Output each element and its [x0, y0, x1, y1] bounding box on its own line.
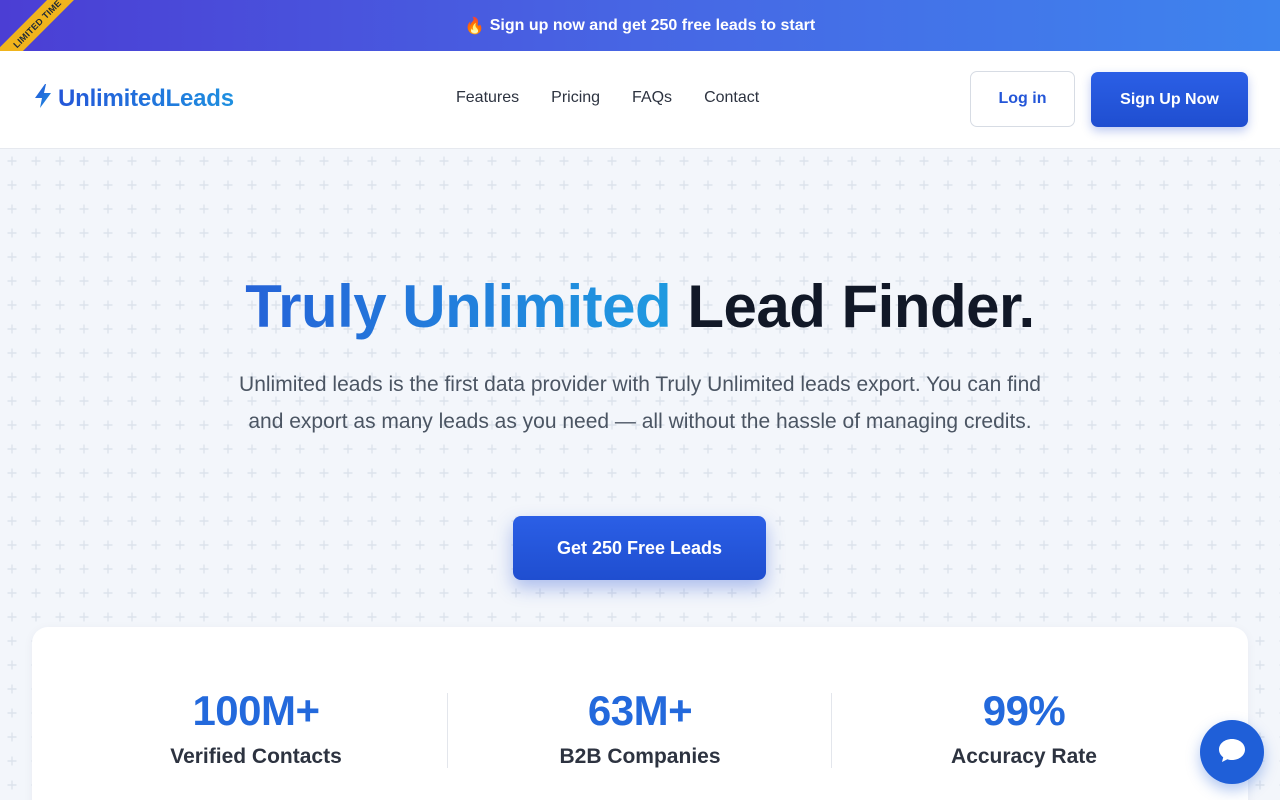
limited-time-ribbon: LIMITED TIME — [0, 0, 90, 51]
login-button[interactable]: Log in — [970, 71, 1075, 127]
headline-highlight: Truly Unlimited — [245, 273, 672, 340]
fire-icon: 🔥 — [464, 17, 485, 35]
promo-bar[interactable]: LIMITED TIME 🔥 Sign up now and get 250 f… — [0, 0, 1280, 51]
stat-label: Accuracy Rate — [951, 745, 1097, 768]
stat-verified-contacts: 100M+ Verified Contacts — [64, 687, 448, 769]
stat-b2b-companies: 63M+ B2B Companies — [448, 687, 832, 769]
ribbon-label: LIMITED TIME — [0, 0, 90, 51]
hero-headline: Truly Unlimited Lead Finder. — [0, 272, 1280, 341]
stat-value: 99% — [982, 687, 1066, 734]
stat-value: 63M+ — [587, 687, 693, 734]
promo-message: 🔥 Sign up now and get 250 free leads to … — [465, 16, 815, 36]
headline-rest: Lead Finder. — [687, 273, 1035, 340]
main-nav: Features Pricing FAQs Contact — [456, 89, 759, 107]
stat-accuracy-rate: 99% Accuracy Rate — [832, 687, 1216, 769]
logo[interactable]: UnlimitedLeads — [32, 83, 234, 114]
promo-text: Sign up now and get 250 free leads to st… — [489, 16, 816, 34]
signup-button[interactable]: Sign Up Now — [1091, 72, 1248, 127]
chat-widget-button[interactable] — [1200, 720, 1264, 784]
nav-contact[interactable]: Contact — [704, 89, 759, 107]
stat-value: 100M+ — [192, 687, 320, 734]
stat-label: Verified Contacts — [170, 745, 342, 768]
stats-card: 100M+ Verified Contacts 63M+ B2B Compani… — [32, 627, 1248, 800]
nav-pricing[interactable]: Pricing — [551, 89, 600, 107]
logo-text: UnlimitedLeads — [58, 84, 234, 112]
get-free-leads-button[interactable]: Get 250 Free Leads — [513, 516, 766, 580]
stat-label: B2B Companies — [559, 745, 721, 768]
nav-faqs[interactable]: FAQs — [632, 89, 672, 107]
site-header: UnlimitedLeads Features Pricing FAQs Con… — [0, 51, 1280, 149]
nav-features[interactable]: Features — [456, 89, 519, 107]
chat-bubble-icon — [1217, 736, 1247, 769]
hero-subtext: Unlimited leads is the first data provid… — [239, 373, 1041, 433]
lightning-bolt-icon — [32, 83, 54, 114]
